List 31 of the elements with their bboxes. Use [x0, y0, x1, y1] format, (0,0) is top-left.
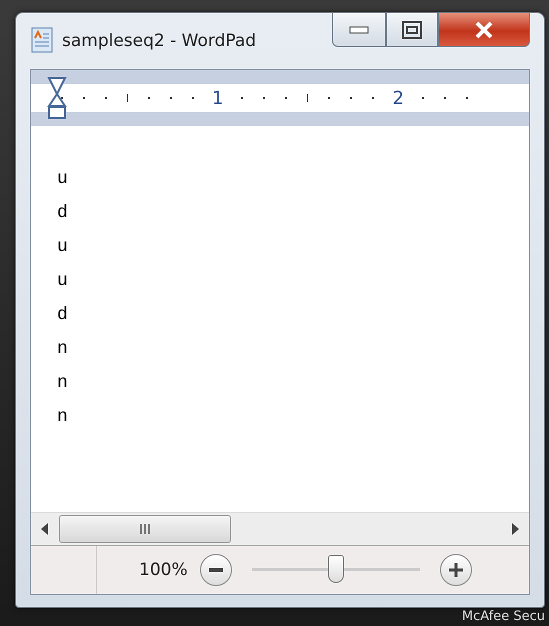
document-text-line: u	[57, 168, 69, 191]
document-area[interactable]: u d u u d n n n	[31, 126, 529, 512]
plus-icon	[448, 563, 463, 577]
document-text-line: n	[57, 338, 69, 361]
document-text-line: u	[57, 236, 69, 259]
scrollbar-thumb[interactable]	[59, 515, 231, 543]
minus-icon	[208, 568, 223, 572]
indent-marker-icon[interactable]	[47, 76, 67, 120]
document-icon	[30, 27, 54, 55]
ruler-number: 1	[212, 88, 224, 108]
restore-icon	[402, 20, 422, 38]
maximize-button[interactable]	[386, 13, 438, 47]
close-icon	[474, 20, 494, 38]
zoom-level: 100%	[139, 560, 188, 580]
ruler-number: 2	[392, 88, 404, 108]
horizontal-scrollbar[interactable]	[31, 512, 529, 545]
document-text-line: u	[57, 270, 69, 293]
document-text-line: d	[57, 304, 69, 327]
minimize-button[interactable]	[332, 13, 386, 47]
zoom-out-button[interactable]	[200, 554, 232, 586]
slider-thumb[interactable]	[328, 555, 344, 583]
close-button[interactable]	[438, 13, 530, 47]
scroll-right-icon[interactable]	[511, 523, 519, 535]
scroll-left-icon[interactable]	[41, 523, 49, 535]
window-title: sampleseq2 - WordPad	[62, 31, 256, 51]
document-text-line: n	[57, 406, 69, 429]
taskbar-item[interactable]: McAfee Secu	[462, 608, 545, 626]
minimize-icon	[349, 26, 369, 34]
zoom-in-button[interactable]	[440, 554, 472, 586]
document-text-line: d	[57, 202, 69, 225]
document-text-line: n	[57, 372, 69, 395]
